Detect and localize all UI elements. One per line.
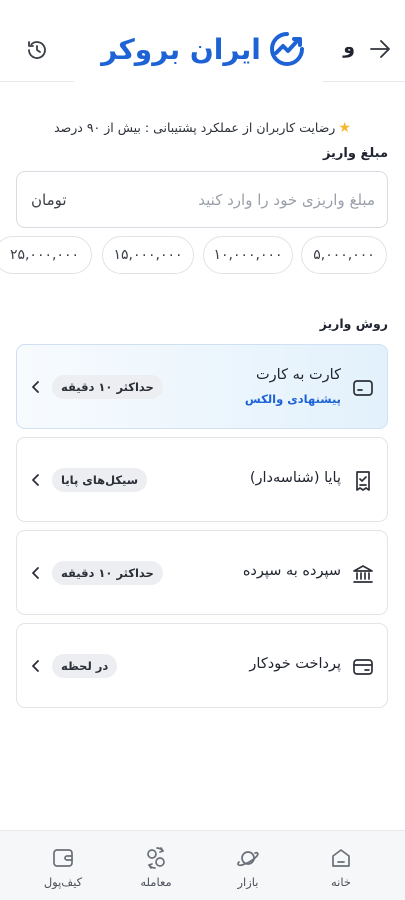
preset-chip[interactable]: ۲۵,۰۰۰,۰۰۰ [0,236,92,274]
method-title: پرداخت خودکار [249,656,341,672]
deposit-page: و ایران بروکر ★رضایت کاربران از عملکرد پ… [0,0,405,900]
chevron-left-icon [29,657,43,675]
method-card-to-card[interactable]: کارت به کارت پیشنهادی والکس حداکثر ۱۰ دق… [16,344,388,429]
method-title: پایا (شناسه‌دار) [249,470,341,486]
nav-item-trade[interactable]: معامله [126,845,186,895]
method-deposit-to-deposit[interactable]: سپرده به سپرده حداکثر ۱۰ دقیقه [16,530,388,615]
history-icon[interactable] [25,38,49,62]
nav-item-market[interactable]: بازار [218,845,278,895]
method-paya[interactable]: پایا (شناسه‌دار) سیکل‌های پایا [16,437,388,522]
method-title: کارت به کارت [256,367,341,383]
method-subtitle: پیشنهادی والکس [244,392,341,406]
nav-label: کیف‌پول [43,875,83,889]
chevron-left-icon [29,471,43,489]
wallet-icon [53,849,73,867]
header-divider-right [323,81,405,82]
planet-icon [237,851,259,867]
amount-title: مبلغ واریز [322,146,388,161]
back-arrow-icon[interactable] [369,38,391,60]
preset-chip[interactable]: ۱۵,۰۰۰,۰۰۰ [102,236,194,274]
method-auto-payment[interactable]: پرداخت خودکار در لحظه [16,623,388,708]
method-badge: حداکثر ۱۰ دقیقه [52,561,163,585]
satisfaction-text: رضایت کاربران از عملکرد پشتیبانی : بیش ا… [54,120,336,135]
preset-chip[interactable]: ۵,۰۰۰,۰۰۰ [301,236,387,274]
logo-chart-icon [269,32,304,66]
home-icon [332,849,350,867]
star-icon: ★ [338,120,351,136]
amount-placeholder: مبلغ واریزی خود را وارد کنید [198,190,375,209]
method-badge: سیکل‌های پایا [52,468,148,492]
method-title: سپرده به سپرده [242,563,341,579]
bottom-nav: خانه بازار معامله کیف‌پول [0,830,405,900]
nav-item-wallet[interactable]: کیف‌پول [33,845,93,895]
card-icon [351,376,375,400]
logo-text: ایران بروکر [101,32,261,66]
header: و ایران بروکر [0,0,405,82]
preset-chip[interactable]: ۱۰,۰۰۰,۰۰۰ [203,236,293,274]
method-badge: حداکثر ۱۰ دقیقه [52,375,163,399]
brand-logo: ایران بروکر [98,28,310,70]
nav-item-home[interactable]: خانه [311,845,371,895]
header-partial-text: و [343,36,355,58]
chevron-left-icon [29,564,43,582]
nav-label: بازار [237,875,259,889]
chevron-left-icon [29,378,43,396]
amount-input[interactable]: مبلغ واریزی خود را وارد کنید تومان [16,171,388,228]
method-badge: در لحظه [52,654,118,678]
trade-icon [147,847,165,869]
bank-icon [351,562,375,586]
amount-unit: تومان [31,190,67,209]
satisfaction-note: ★رضایت کاربران از عملکرد پشتیبانی : بیش … [0,120,405,136]
header-divider-left [0,81,74,82]
receipt-icon [351,469,375,493]
nav-label: خانه [331,875,351,889]
nav-label: معامله [140,875,172,889]
preset-amounts: ۵,۰۰۰,۰۰۰ ۱۰,۰۰۰,۰۰۰ ۱۵,۰۰۰,۰۰۰ ۲۵,۰۰۰,۰… [0,236,405,274]
methods-title: روش واریز [319,316,388,331]
auto-card-icon [351,655,375,679]
